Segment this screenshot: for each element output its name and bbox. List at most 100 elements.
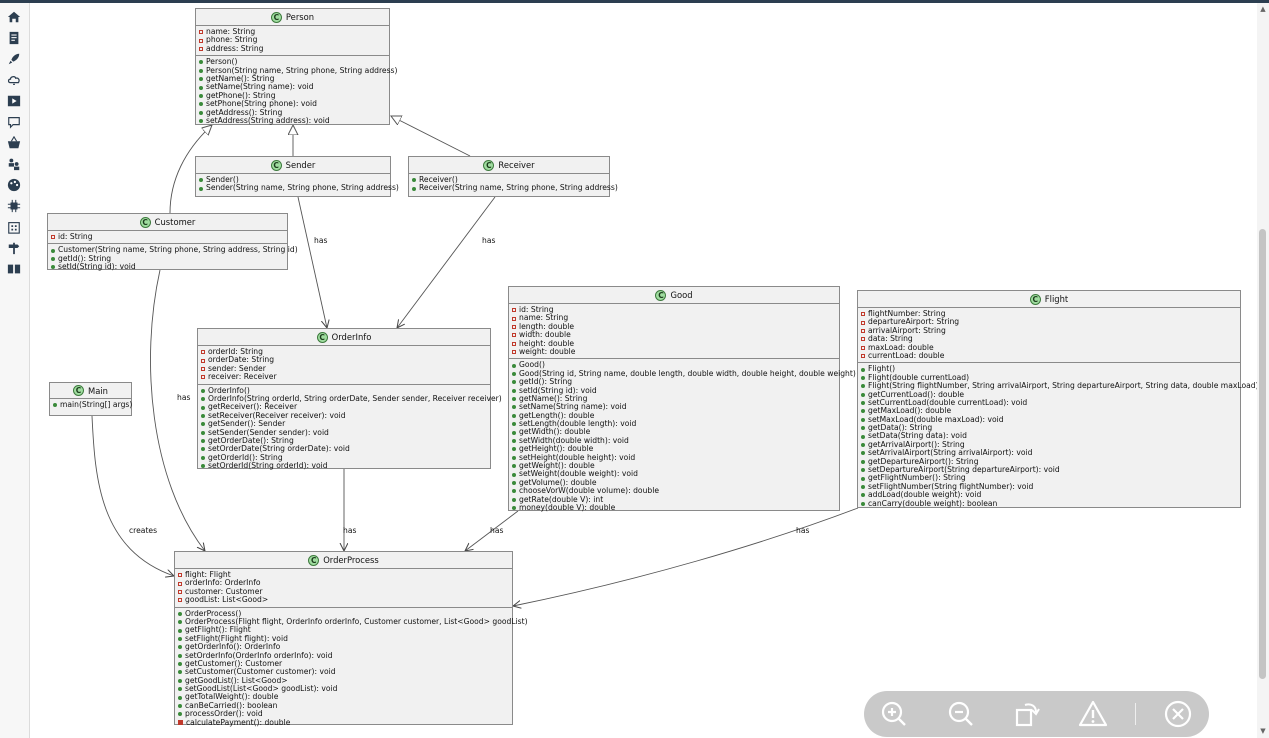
public-visibility-icon xyxy=(861,426,865,431)
class-sender[interactable]: C Sender Sender() Sender(String name, Strin… xyxy=(195,156,399,197)
palette-icon[interactable] xyxy=(6,177,22,193)
method-row: money(double V): double xyxy=(512,503,836,512)
member-text: setOrderId(String orderId): void xyxy=(208,461,328,471)
zoom-out-icon[interactable] xyxy=(945,698,977,730)
member-text: weight: double xyxy=(519,346,576,356)
public-visibility-icon xyxy=(861,417,865,422)
private-visibility-icon xyxy=(861,320,865,325)
member-text: id: String xyxy=(58,232,93,241)
public-visibility-icon xyxy=(512,447,516,452)
member-text: receiver: Receiver xyxy=(208,372,277,382)
private-visibility-icon xyxy=(512,316,516,321)
method-row: canCarry(double weight): boolean xyxy=(861,498,1237,508)
signpost-icon[interactable] xyxy=(6,240,22,256)
public-visibility-icon xyxy=(512,388,516,393)
class-good[interactable]: C Good id: String name: String length: doubl… xyxy=(508,286,856,512)
public-visibility-icon xyxy=(861,459,865,464)
class-flight[interactable]: C Flight flightNumber: String departureAirp… xyxy=(857,290,1259,508)
rotate-icon[interactable] xyxy=(1011,698,1043,730)
field-row: address: String xyxy=(199,44,386,53)
class-main[interactable]: C Main main(String[] args) xyxy=(49,382,132,416)
cloud-icon[interactable] xyxy=(6,72,22,88)
class-badge-icon: C xyxy=(308,554,320,566)
class-customer[interactable]: C Customer id: String Customer(String name,… xyxy=(47,213,298,271)
rocket-icon[interactable] xyxy=(6,51,22,67)
private-visibility-icon xyxy=(201,375,205,380)
public-visibility-icon xyxy=(861,375,865,380)
class-badge-icon: C xyxy=(316,331,328,343)
public-visibility-icon xyxy=(199,68,203,73)
public-visibility-icon xyxy=(201,464,205,469)
private-visibility-icon xyxy=(512,350,516,355)
class-orderinfo[interactable]: C OrderInfo orderId: String orderDate: Stri… xyxy=(197,328,502,471)
play-icon[interactable] xyxy=(6,93,22,109)
scroll-down-icon[interactable]: ▼ xyxy=(1259,727,1267,735)
class-header: C OrderInfo xyxy=(198,329,490,346)
private-visibility-icon xyxy=(512,341,516,346)
class-badge-icon: C xyxy=(270,11,282,23)
private-visibility-icon xyxy=(178,573,182,578)
building-icon[interactable] xyxy=(6,219,22,235)
field-row: receiver: Receiver xyxy=(201,372,487,382)
public-visibility-icon xyxy=(199,186,203,191)
vertical-scrollbar[interactable]: ▲ ▼ xyxy=(1257,3,1269,738)
method-row: Receiver(String name, String phone, Stri… xyxy=(412,183,618,192)
class-person[interactable]: C Person name: String phone: String address:… xyxy=(195,8,397,125)
public-visibility-icon xyxy=(512,481,516,485)
viewer-toolbar xyxy=(864,691,1209,737)
warning-icon[interactable] xyxy=(1077,698,1109,730)
basket-icon[interactable] xyxy=(6,135,22,151)
close-icon[interactable] xyxy=(1162,698,1194,730)
scroll-up-icon[interactable]: ▲ xyxy=(1259,5,1267,13)
public-visibility-icon xyxy=(51,248,55,253)
public-visibility-icon xyxy=(861,384,865,389)
private-visibility-icon xyxy=(199,30,203,35)
private-visibility-icon xyxy=(512,324,516,329)
people-icon[interactable] xyxy=(6,156,22,172)
public-visibility-icon xyxy=(201,455,205,460)
class-header: C Receiver xyxy=(409,157,609,174)
document-icon[interactable] xyxy=(6,30,22,46)
method-row: calculatePayment(): double xyxy=(178,717,509,727)
class-receiver[interactable]: C Receiver Receiver() Receiver(String name,… xyxy=(408,156,618,197)
public-visibility-icon xyxy=(861,434,865,439)
public-visibility-icon xyxy=(178,662,182,667)
class-badge-icon: C xyxy=(655,289,667,301)
field-row: weight: double xyxy=(512,346,836,356)
class-header: C Sender xyxy=(196,157,390,174)
fields-section: name: String phone: String address: String xyxy=(196,26,389,57)
public-visibility-icon xyxy=(51,256,55,261)
chip-icon[interactable] xyxy=(6,198,22,214)
book-icon[interactable] xyxy=(6,261,22,277)
class-orderprocess[interactable]: C OrderProcess flight: Flight orderInfo: Or… xyxy=(174,551,528,727)
class-header: C Main xyxy=(50,383,131,399)
public-visibility-icon xyxy=(178,620,182,625)
edge-label-has: has xyxy=(796,526,810,535)
public-visibility-icon xyxy=(199,77,203,82)
private-visibility-icon xyxy=(861,354,865,359)
zoom-in-icon[interactable] xyxy=(878,698,910,730)
public-visibility-icon xyxy=(201,388,205,393)
member-text: canCarry(double weight): boolean xyxy=(868,498,998,508)
scroll-thumb[interactable] xyxy=(1259,229,1266,679)
methods-section: main(String[] args) xyxy=(50,399,132,411)
public-visibility-icon xyxy=(861,367,865,372)
edge-receiver-person xyxy=(391,116,471,157)
class-name: Receiver xyxy=(498,160,535,170)
member-text: calculatePayment(): double xyxy=(186,717,291,727)
home-icon[interactable] xyxy=(6,9,22,25)
fields-section: id: String name: String length: double widt… xyxy=(509,304,839,360)
public-visibility-icon xyxy=(861,493,865,498)
public-visibility-icon xyxy=(861,401,865,406)
methods-section: Receiver() Receiver(String name, String p… xyxy=(409,174,618,195)
public-visibility-icon xyxy=(178,678,182,683)
chat-icon[interactable] xyxy=(6,114,22,130)
public-visibility-icon xyxy=(199,119,203,124)
public-visibility-icon xyxy=(199,85,203,90)
public-visibility-icon xyxy=(178,628,182,633)
class-badge-icon: C xyxy=(483,159,495,171)
edge-sender-orderinfo xyxy=(297,196,327,328)
public-visibility-icon xyxy=(512,363,516,368)
public-visibility-icon xyxy=(512,497,516,502)
methods-section: Sender() Sender(String name, String phone… xyxy=(196,174,399,195)
